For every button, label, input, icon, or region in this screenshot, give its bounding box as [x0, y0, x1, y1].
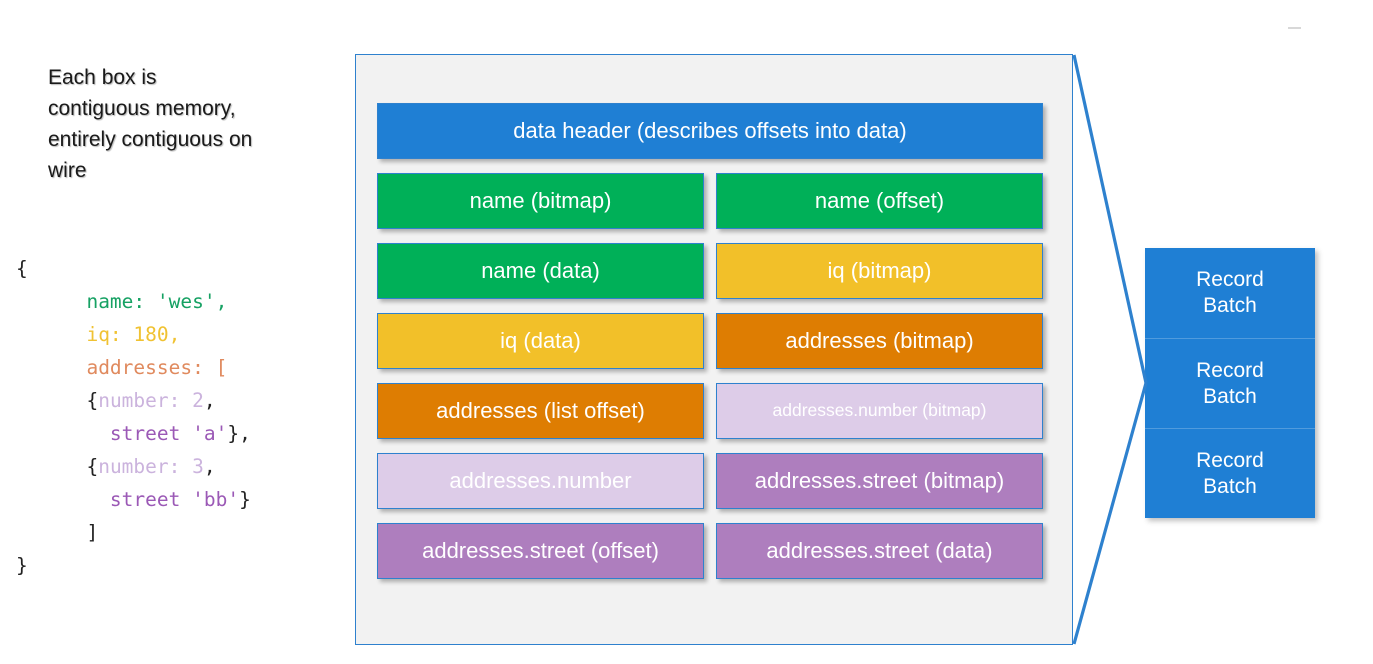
- memory-row: name (bitmap) name (offset): [377, 173, 1043, 229]
- code-token: number: 2: [98, 389, 204, 412]
- caption-text: Each box is contiguous memory, entirely …: [48, 66, 253, 182]
- record-batch-label-line1: Record: [1196, 358, 1264, 382]
- corner-tick-mark: [1288, 27, 1301, 29]
- memory-block[interactable]: addresses.street (offset): [377, 523, 704, 579]
- memory-row: name (data) iq (bitmap): [377, 243, 1043, 299]
- code-token: },: [227, 422, 251, 445]
- code-token: addresses: [: [86, 356, 228, 379]
- code-token: street 'bb': [109, 488, 240, 511]
- memory-block[interactable]: name (data): [377, 243, 704, 299]
- memory-row: addresses (list offset) addresses.number …: [377, 383, 1043, 439]
- record-batch-label-line1: Record: [1196, 448, 1264, 472]
- code-token: iq: 180,: [86, 323, 181, 346]
- memory-row: addresses.street (offset) addresses.stree…: [377, 523, 1043, 579]
- code-line: addresses: [: [16, 351, 251, 384]
- memory-block[interactable]: iq (data): [377, 313, 704, 369]
- record-batch-segment[interactable]: Record Batch: [1145, 248, 1315, 338]
- code-token: name: 'wes',: [86, 290, 228, 313]
- memory-block[interactable]: addresses.street (data): [716, 523, 1043, 579]
- code-token: {: [86, 455, 99, 478]
- json-code-block: { name: 'wes', iq: 180, addresses: [ {nu…: [16, 252, 251, 582]
- code-line: ]: [16, 516, 251, 549]
- code-token: number: 3: [98, 455, 204, 478]
- code-token: {: [16, 257, 28, 280]
- memory-block[interactable]: addresses.street (bitmap): [716, 453, 1043, 509]
- record-batch-segment[interactable]: Record Batch: [1145, 428, 1315, 518]
- code-token: ,: [203, 389, 216, 412]
- connector-line-bottom: [1072, 382, 1148, 645]
- code-token: ,: [203, 455, 216, 478]
- memory-layout-panel: data header (describes offsets into data…: [355, 54, 1073, 645]
- memory-block[interactable]: data header (describes offsets into data…: [377, 103, 1043, 159]
- code-line: {: [16, 252, 251, 285]
- memory-row: addresses.number addresses.street (bitmap…: [377, 453, 1043, 509]
- memory-rows: data header (describes offsets into data…: [377, 103, 1043, 579]
- code-token: ]: [16, 521, 99, 544]
- memory-block[interactable]: iq (bitmap): [716, 243, 1043, 299]
- code-token: street 'a': [109, 422, 228, 445]
- memory-block[interactable]: name (offset): [716, 173, 1043, 229]
- code-line: iq: 180,: [16, 318, 251, 351]
- record-batch-panel: Record Batch Record Batch Record Batch: [1145, 248, 1315, 518]
- connector-line-top: [1072, 54, 1148, 384]
- memory-block[interactable]: addresses (bitmap): [716, 313, 1043, 369]
- code-line: {number: 2,: [16, 384, 251, 417]
- memory-block[interactable]: addresses (list offset): [377, 383, 704, 439]
- memory-block[interactable]: name (bitmap): [377, 173, 704, 229]
- code-token: }: [16, 554, 28, 577]
- record-batch-label-line2: Batch: [1203, 294, 1257, 317]
- code-line: {number: 3,: [16, 450, 251, 483]
- record-batch-segment[interactable]: Record Batch: [1145, 338, 1315, 428]
- record-batch-label-line2: Batch: [1203, 384, 1257, 408]
- code-token: {: [86, 389, 99, 412]
- code-line: street 'a'},: [16, 417, 251, 450]
- code-line: }: [16, 549, 251, 582]
- memory-block[interactable]: addresses.number (bitmap): [716, 383, 1043, 439]
- memory-row: data header (describes offsets into data…: [377, 103, 1043, 159]
- code-token: }: [239, 488, 251, 511]
- memory-row: iq (data) addresses (bitmap): [377, 313, 1043, 369]
- record-batch-label-line2: Batch: [1203, 474, 1257, 498]
- memory-block[interactable]: addresses.number: [377, 453, 704, 509]
- code-line: name: 'wes',: [16, 285, 251, 318]
- code-line: street 'bb'}: [16, 483, 251, 516]
- record-batch-label-line1: Record: [1196, 268, 1264, 291]
